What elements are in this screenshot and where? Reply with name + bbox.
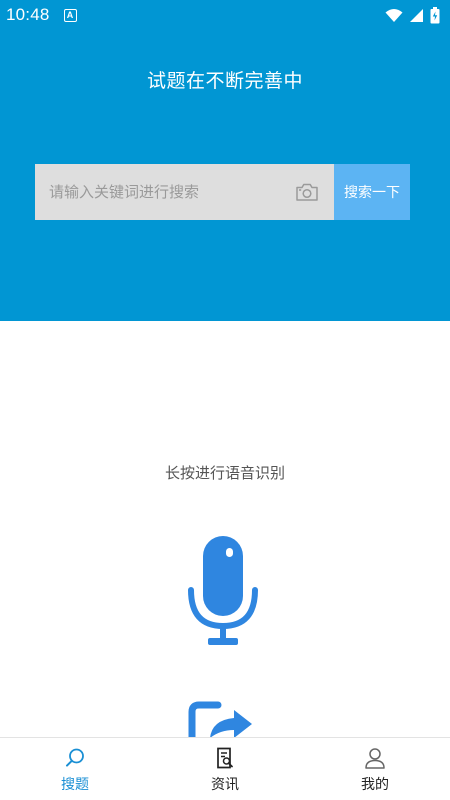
search-icon (63, 746, 87, 770)
status-left: 10:48 A (6, 5, 77, 25)
nav-item-search[interactable]: 搜题 (0, 738, 150, 800)
share-icon[interactable] (188, 700, 258, 740)
nav-label-profile: 我的 (361, 777, 389, 793)
search-button[interactable]: 搜索一下 (334, 164, 410, 220)
status-icons (385, 6, 440, 24)
search-field (35, 164, 334, 220)
nav-item-profile[interactable]: 我的 (300, 738, 450, 800)
nav-label-search: 搜题 (61, 777, 89, 793)
search-input[interactable] (49, 183, 288, 201)
nav-label-news: 资讯 (211, 777, 239, 793)
battery-icon (430, 6, 440, 23)
wifi-icon (385, 8, 403, 22)
bottom-nav: 搜题 资讯 我的 (0, 737, 450, 800)
page-title: 试题在不断完善中 (146, 70, 303, 92)
person-icon (363, 746, 387, 770)
search-bar: 搜索一下 (35, 164, 410, 220)
signal-icon (410, 8, 423, 22)
camera-icon[interactable] (294, 179, 320, 205)
hero-banner: 试题在不断完善中 搜索一下 (0, 30, 450, 321)
news-icon (213, 746, 237, 770)
microphone-icon[interactable] (186, 534, 260, 648)
status-bar: 10:48 A (0, 0, 450, 30)
voice-hint: 长按进行语音识别 (164, 464, 285, 482)
status-time: 10:48 (6, 5, 50, 24)
a-icon: A (63, 8, 77, 22)
nav-item-news[interactable]: 资讯 (150, 738, 300, 800)
